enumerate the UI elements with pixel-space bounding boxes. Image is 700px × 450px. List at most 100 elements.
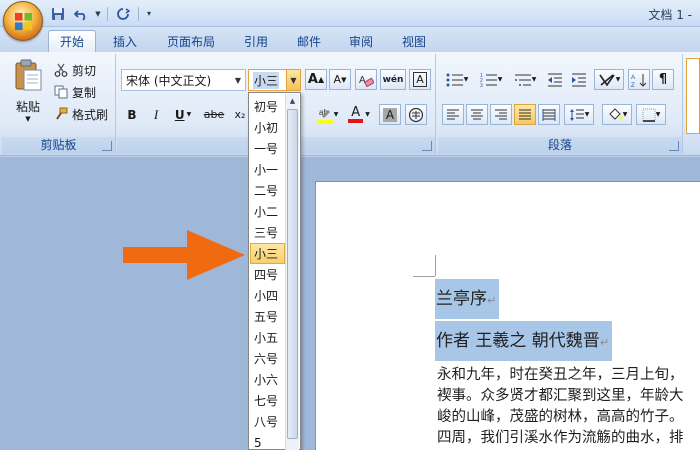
save-icon bbox=[52, 7, 64, 20]
body-text-line[interactable]: 峻的山峰，茂盛的树林，高高的竹子。 bbox=[437, 405, 684, 426]
margin-corner-mark bbox=[413, 276, 435, 277]
customize-qat-button[interactable]: ▾ bbox=[144, 5, 154, 23]
font-size-option[interactable]: 六号 bbox=[251, 348, 285, 369]
align-center-button[interactable] bbox=[466, 104, 488, 125]
dropdown-scrollbar[interactable]: ▲ bbox=[285, 94, 299, 450]
subscript-icon: x₂ bbox=[234, 108, 246, 121]
font-size-option-selected[interactable]: 小三 bbox=[250, 243, 285, 264]
chevron-down-icon: ▼ bbox=[497, 76, 503, 83]
justify-button[interactable] bbox=[514, 104, 536, 125]
font-name-combo[interactable]: 宋体 (中文正文) ▼ bbox=[121, 69, 246, 91]
format-painter-label: 格式刷 bbox=[72, 107, 109, 122]
line-spacing-icon bbox=[569, 108, 584, 121]
sort-button[interactable]: AZ bbox=[628, 69, 650, 90]
strikethrough-button[interactable]: abe bbox=[201, 104, 227, 125]
bullets-button[interactable]: ▼ bbox=[442, 69, 472, 90]
body-text-line[interactable]: 四周，我们引溪水作为流觞的曲水，排 bbox=[437, 426, 684, 447]
font-size-option[interactable]: 四号 bbox=[251, 264, 285, 285]
character-border-button[interactable]: A bbox=[409, 69, 431, 90]
body-text-line[interactable]: 永和九年，时在癸丑之年，三月上旬， bbox=[437, 363, 684, 384]
font-size-option[interactable]: 小六 bbox=[251, 369, 285, 390]
paragraph-launcher[interactable] bbox=[669, 141, 679, 151]
phonetic-guide-button[interactable]: wén bbox=[380, 69, 406, 90]
tab-review[interactable]: 审阅 bbox=[339, 30, 383, 52]
tab-references[interactable]: 引用 bbox=[234, 30, 278, 52]
scrollbar-thumb[interactable] bbox=[287, 109, 298, 439]
bold-button[interactable]: B bbox=[121, 104, 143, 125]
borders-button[interactable]: ▼ bbox=[636, 104, 666, 125]
font-size-option[interactable]: 七号 bbox=[251, 390, 285, 411]
increase-indent-button[interactable] bbox=[568, 69, 590, 90]
styles-gallery-edge[interactable] bbox=[686, 58, 700, 134]
font-size-option[interactable]: 二号 bbox=[251, 180, 285, 201]
multilevel-list-button[interactable]: ▼ bbox=[510, 69, 540, 90]
redo-button[interactable] bbox=[113, 5, 133, 23]
italic-icon: I bbox=[153, 106, 159, 122]
grow-font-button[interactable]: A ▲ bbox=[305, 69, 327, 90]
tab-mailings[interactable]: 邮件 bbox=[287, 30, 331, 52]
save-button[interactable] bbox=[48, 5, 68, 23]
chevron-down-icon[interactable]: ▼ bbox=[286, 70, 300, 90]
phonetic-guide-icon: wén bbox=[382, 74, 404, 85]
tab-home[interactable]: 开始 bbox=[48, 30, 96, 52]
body-text-line[interactable]: 褉事。众多贤才都汇聚到这里，年龄大 bbox=[437, 384, 684, 405]
clear-formatting-button[interactable]: A bbox=[355, 69, 377, 90]
numbering-button[interactable]: 123 ▼ bbox=[476, 69, 506, 90]
font-color-button[interactable]: A ▼ bbox=[345, 104, 373, 125]
italic-button[interactable]: I bbox=[145, 104, 167, 125]
copy-button[interactable]: 复制 bbox=[54, 82, 96, 102]
document-title-text[interactable]: 兰亭序↵ bbox=[435, 279, 500, 319]
font-size-option[interactable]: 五号 bbox=[251, 306, 285, 327]
office-button[interactable] bbox=[3, 1, 43, 41]
font-size-combo[interactable]: 小三 ▼ bbox=[248, 69, 301, 91]
document-author-text[interactable]: 作者 王羲之 朝代魏晋↵ bbox=[435, 321, 613, 361]
svg-text:A: A bbox=[631, 75, 635, 81]
font-size-option[interactable]: 小二 bbox=[251, 201, 285, 222]
tab-insert[interactable]: 插入 bbox=[103, 30, 147, 52]
font-size-option[interactable]: 小初 bbox=[251, 117, 285, 138]
cut-button[interactable]: 剪切 bbox=[54, 60, 96, 80]
format-painter-button[interactable]: 格式刷 bbox=[54, 104, 108, 124]
tab-view[interactable]: 视图 bbox=[392, 30, 436, 52]
font-size-dropdown[interactable]: 初号 小初 一号 小一 二号 小二 三号 小三 四号 小四 五号 小五 六号 小… bbox=[248, 92, 301, 450]
paint-bucket-icon bbox=[608, 107, 623, 120]
font-size-option[interactable]: 三号 bbox=[251, 222, 285, 243]
font-size-option[interactable]: 小四 bbox=[251, 285, 285, 306]
font-size-option[interactable]: 初号 bbox=[251, 96, 285, 117]
shading-button[interactable]: ▼ bbox=[602, 104, 632, 125]
character-shading-button[interactable]: A bbox=[379, 104, 401, 125]
chinese-layout-button[interactable]: ▼ bbox=[594, 69, 624, 90]
svg-text:Z: Z bbox=[631, 83, 635, 88]
chevron-down-icon[interactable]: ▼ bbox=[231, 70, 245, 90]
tab-page-layout[interactable]: 页面布局 bbox=[158, 30, 224, 52]
underline-button[interactable]: U ▼ bbox=[169, 104, 197, 125]
svg-text:A: A bbox=[359, 75, 366, 86]
align-right-button[interactable] bbox=[490, 104, 512, 125]
highlight-button[interactable]: ab ▼ bbox=[313, 104, 341, 125]
paragraph-group-label: 段落 bbox=[438, 137, 682, 154]
decrease-indent-button[interactable] bbox=[544, 69, 566, 90]
paragraph-mark: ↵ bbox=[487, 294, 497, 307]
chinese-layout-icon bbox=[599, 73, 615, 86]
font-size-option[interactable]: 小一 bbox=[251, 159, 285, 180]
chevron-down-icon: ▼ bbox=[333, 111, 339, 118]
undo-dropdown[interactable]: ▼ bbox=[94, 5, 102, 23]
font-launcher[interactable] bbox=[422, 141, 432, 151]
scroll-up-icon[interactable]: ▲ bbox=[286, 94, 299, 108]
enclose-characters-button[interactable] bbox=[405, 104, 427, 125]
align-left-button[interactable] bbox=[442, 104, 464, 125]
font-size-option[interactable]: 小五 bbox=[251, 327, 285, 348]
font-size-option[interactable]: 一号 bbox=[251, 138, 285, 159]
font-size-option[interactable]: 八号 bbox=[251, 411, 285, 432]
paste-button[interactable]: 粘贴 ▼ bbox=[8, 58, 48, 132]
clipboard-launcher[interactable] bbox=[102, 141, 112, 151]
align-left-icon bbox=[447, 109, 459, 119]
line-spacing-button[interactable]: ▼ bbox=[564, 104, 594, 125]
show-marks-button[interactable]: ¶ bbox=[652, 69, 674, 90]
copy-icon bbox=[54, 85, 68, 99]
shrink-font-button[interactable]: A ▼ bbox=[329, 69, 351, 90]
undo-button[interactable] bbox=[71, 5, 91, 23]
distribute-button[interactable] bbox=[538, 104, 560, 125]
multilevel-list-icon bbox=[514, 74, 531, 86]
font-size-option[interactable]: 5 bbox=[251, 432, 285, 450]
